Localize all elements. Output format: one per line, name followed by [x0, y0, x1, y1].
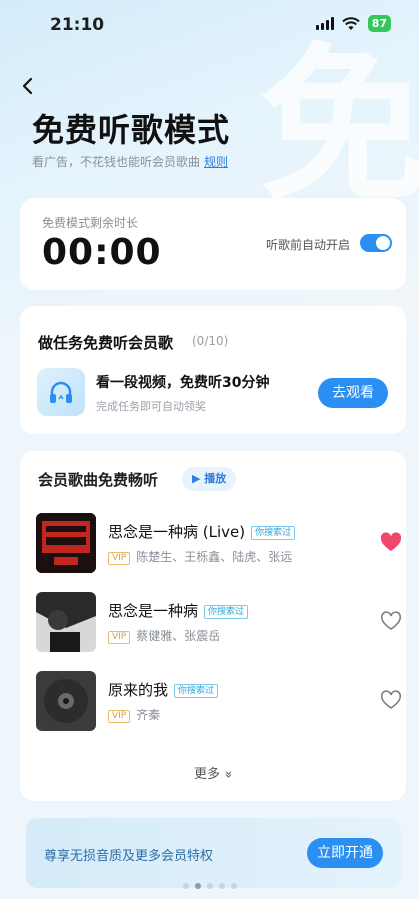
- album-cover: [36, 513, 96, 573]
- page-indicator: [183, 883, 237, 889]
- timer-card: 免费模式剩余时长 00:00 听歌前自动开启: [20, 198, 406, 290]
- songs-title: 会员歌曲免费畅听: [38, 471, 159, 489]
- watch-video-button[interactable]: 去观看: [318, 378, 388, 408]
- hero-watermark-char: 免: [259, 28, 419, 224]
- song-title-text: 思念是一种病 (Live): [108, 523, 246, 541]
- page-dot: [207, 883, 213, 889]
- play-all-label: 播放: [204, 472, 227, 485]
- task-hint: 完成任务即可自动领奖: [96, 400, 206, 413]
- status-icons: 87: [315, 15, 391, 32]
- vip-banner: 尊享无损音质及更多会员特权 立即开通: [26, 818, 401, 888]
- album-cover: [36, 592, 96, 652]
- task-card: 做任务免费听会员歌 (0/10) 看一段视频，免费听30分钟 完成任务即可自动领…: [20, 306, 406, 434]
- song-title: 思念是一种病 你搜索过: [108, 600, 249, 621]
- open-vip-button[interactable]: 立即开通: [307, 838, 383, 868]
- auto-start-label: 听歌前自动开启: [265, 238, 350, 252]
- auto-start-toggle[interactable]: [360, 234, 392, 252]
- song-title-text: 思念是一种病: [108, 602, 199, 620]
- song-row[interactable]: 原来的我 你搜索过 VIP 齐秦: [36, 671, 402, 731]
- headphones-icon: [37, 368, 85, 416]
- song-artists-text: 蔡健雅、张震岳: [136, 629, 221, 643]
- back-arrow-icon[interactable]: [18, 76, 38, 96]
- song-row[interactable]: 思念是一种病 你搜索过 VIP 蔡健雅、张震岳: [36, 592, 402, 652]
- vip-badge: VIP: [108, 710, 131, 723]
- page-title: 免费听歌模式: [32, 111, 231, 149]
- song-title-text: 原来的我: [108, 681, 169, 699]
- vip-badge: VIP: [108, 631, 131, 644]
- double-chevron-down-icon: »: [220, 770, 236, 779]
- vip-badge: VIP: [108, 552, 131, 565]
- searched-tag: 你搜索过: [251, 526, 296, 540]
- heart-filled-icon[interactable]: [380, 532, 402, 552]
- page-dot: [231, 883, 237, 889]
- searched-tag: 你搜索过: [174, 684, 219, 698]
- songs-card: 会员歌曲免费畅听 ▶ 播放 思念是一种病 (Live) 你搜索过 VIP 陈楚生、王…: [20, 451, 406, 801]
- subtitle-text: 看广告，不花钱也能听会员歌曲: [32, 155, 201, 169]
- song-artists-text: 陈楚生、王栎鑫、陆虎、张远: [136, 550, 293, 564]
- signal-icon: [315, 17, 334, 30]
- searched-tag: 你搜索过: [204, 605, 249, 619]
- song-artists: VIP 蔡健雅、张震岳: [108, 627, 220, 644]
- heart-outline-icon[interactable]: [380, 690, 402, 710]
- task-title: 做任务免费听会员歌: [38, 334, 174, 352]
- task-count: (0/10): [192, 334, 229, 348]
- status-time: 21:10: [50, 15, 105, 35]
- heart-outline-icon[interactable]: [380, 611, 402, 631]
- battery-indicator: 87: [367, 15, 391, 32]
- more-label: 更多: [193, 767, 220, 782]
- rules-link[interactable]: 规则: [204, 155, 228, 169]
- song-artists-text: 齐秦: [136, 708, 161, 722]
- song-title: 原来的我 你搜索过: [108, 679, 219, 700]
- status-bar: 21:10 87: [0, 0, 419, 48]
- play-all-button[interactable]: ▶ 播放: [182, 467, 237, 491]
- page-dot: [219, 883, 225, 889]
- song-artists: VIP 齐秦: [108, 706, 160, 723]
- vip-banner-text: 尊享无损音质及更多会员特权: [44, 849, 214, 864]
- song-row[interactable]: 思念是一种病 (Live) 你搜索过 VIP 陈楚生、王栎鑫、陆虎、张远: [36, 513, 402, 573]
- page-dot-active: [195, 883, 201, 889]
- wifi-icon: [341, 16, 360, 30]
- song-title: 思念是一种病 (Live) 你搜索过: [108, 521, 296, 542]
- timer-label: 免费模式剩余时长: [42, 216, 139, 230]
- more-songs-link[interactable]: 更多 »: [20, 763, 406, 782]
- page-subtitle: 看广告，不花钱也能听会员歌曲 规则: [32, 153, 228, 170]
- task-description: 看一段视频，免费听30分钟: [96, 375, 270, 391]
- album-cover: [36, 671, 96, 731]
- timer-value: 00:00: [42, 232, 162, 273]
- song-artists: VIP 陈楚生、王栎鑫、陆虎、张远: [108, 548, 292, 565]
- page-dot: [183, 883, 189, 889]
